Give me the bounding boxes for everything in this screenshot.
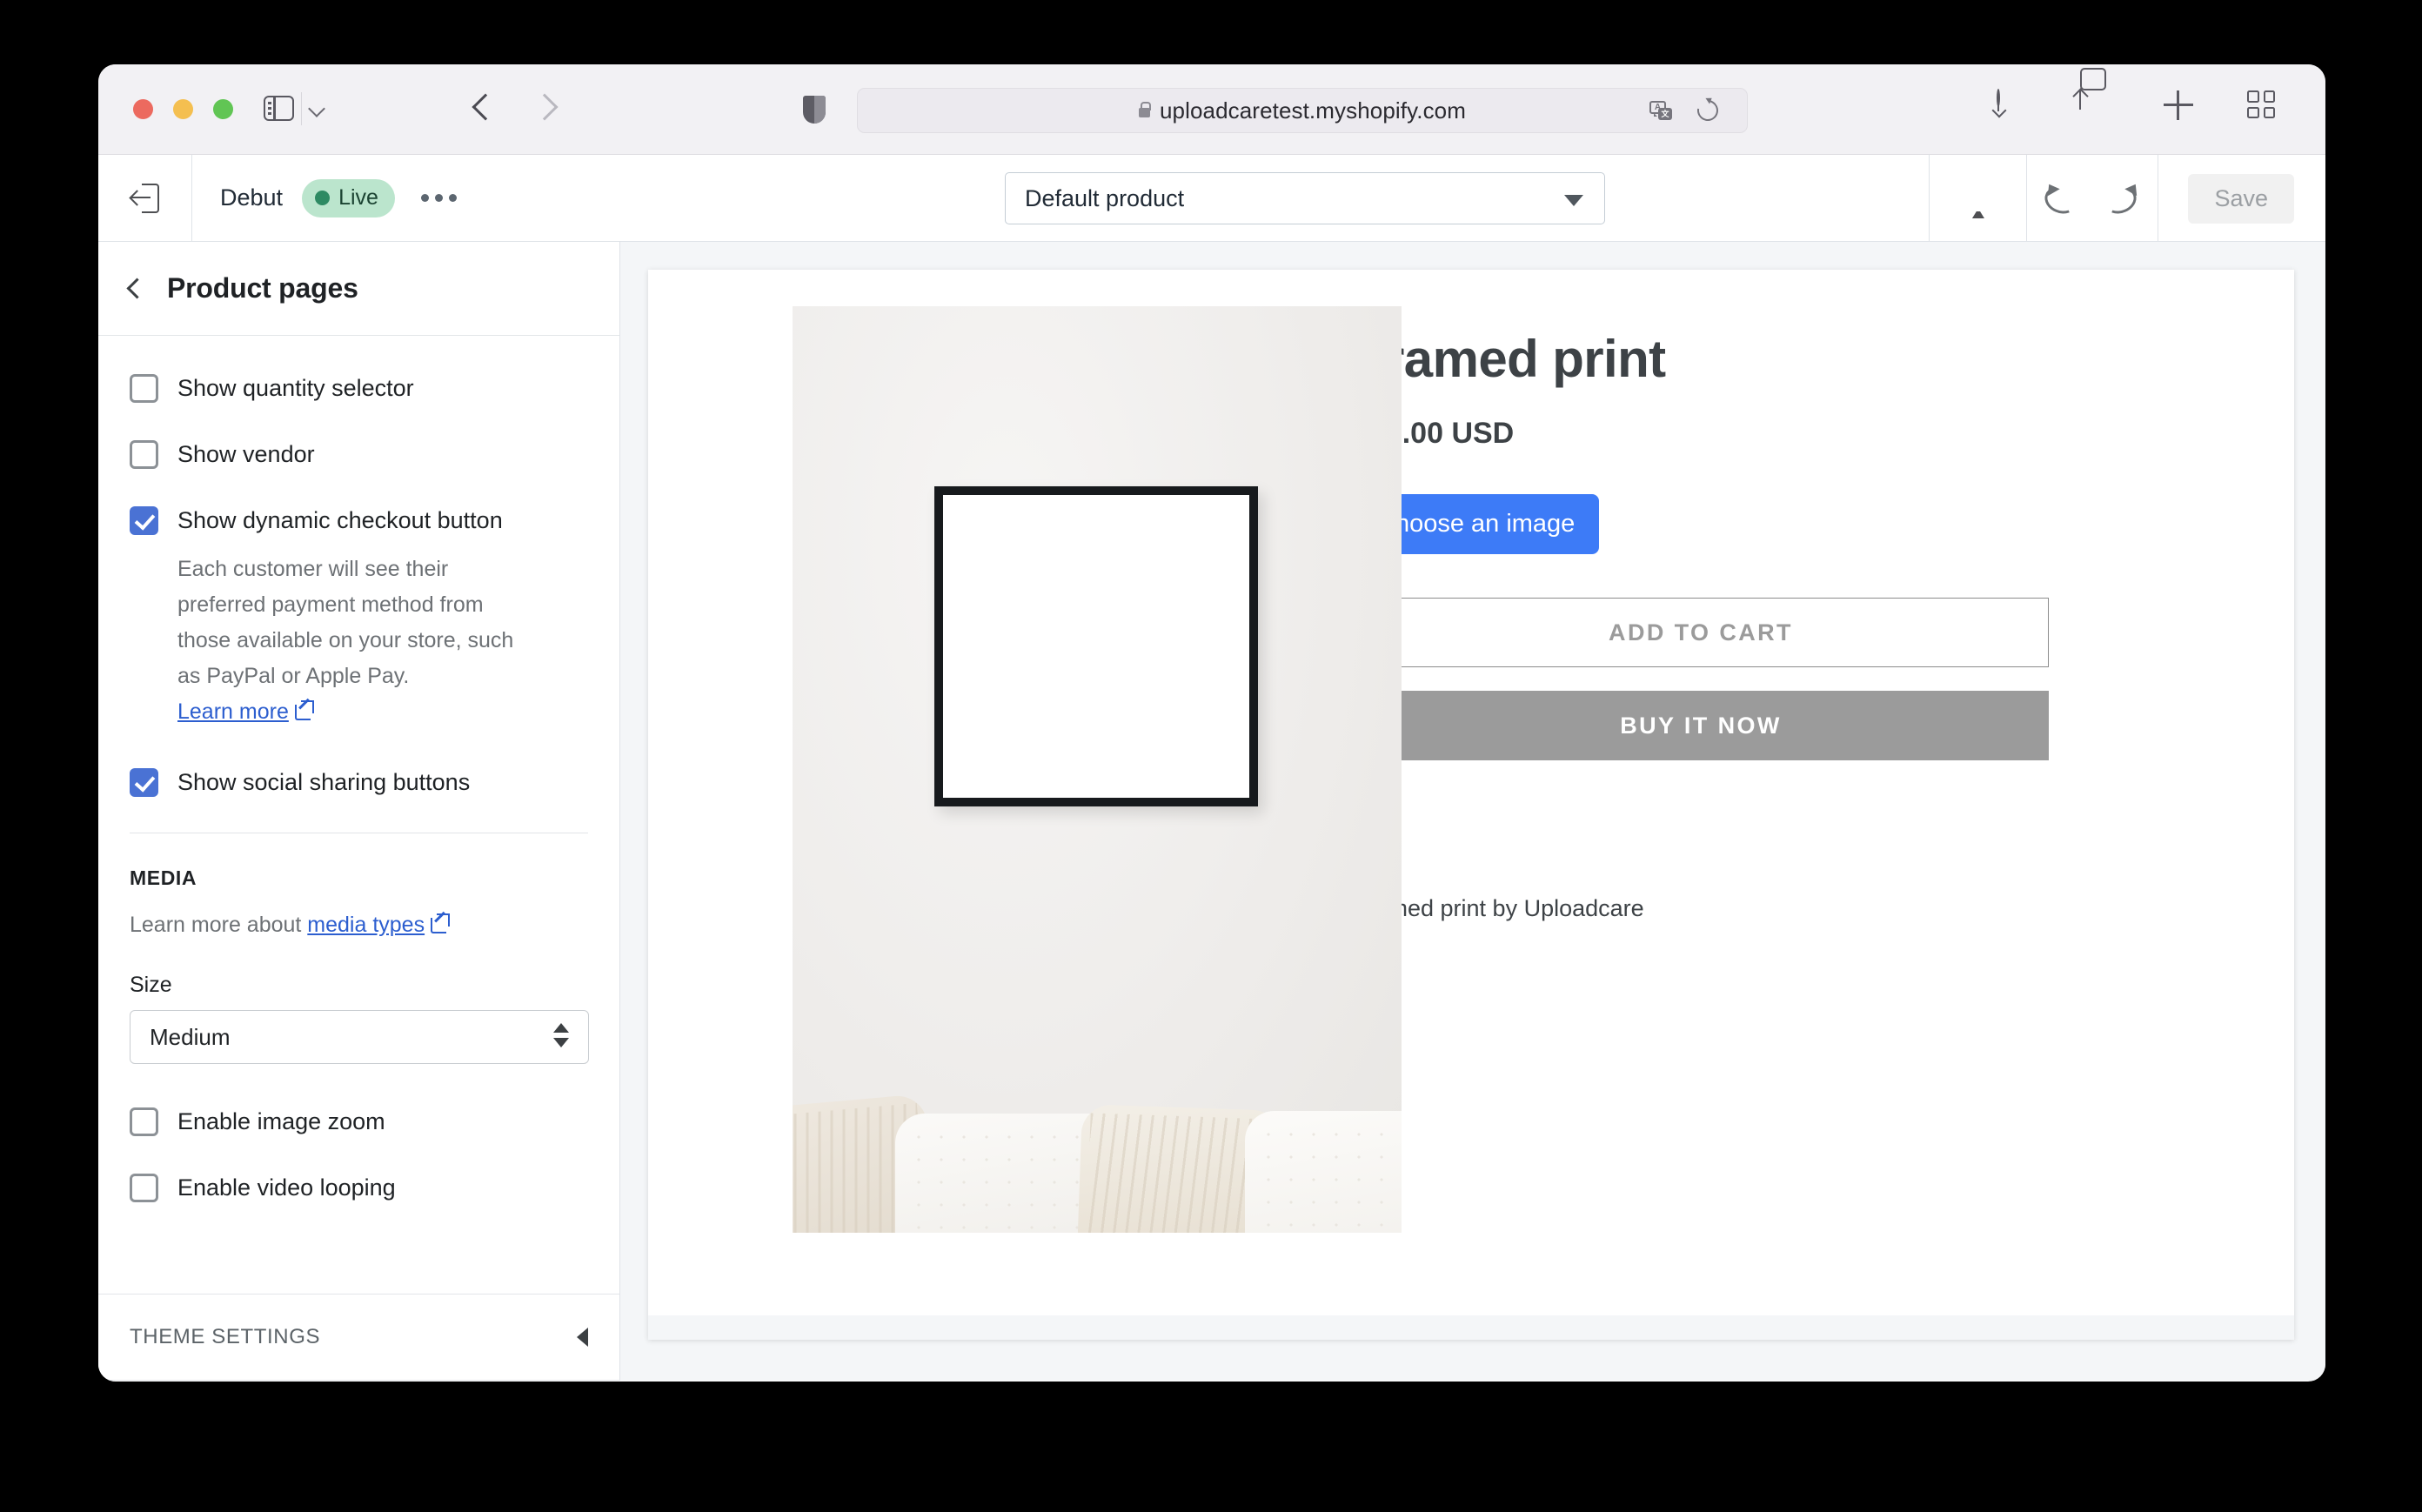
external-link-icon (294, 700, 314, 720)
settings-sidebar: Product pages Show quantity selector Sho… (98, 242, 620, 1381)
save-button[interactable]: Save (2188, 173, 2294, 224)
share-icon[interactable] (2078, 68, 2118, 129)
editor-right-actions: Save (1929, 155, 2325, 242)
product-title: Framed print (1353, 330, 1666, 388)
lock-icon (1138, 101, 1152, 117)
add-to-cart-button[interactable]: ADD TO CART (1353, 598, 2049, 667)
downloads-icon[interactable] (1997, 89, 2035, 129)
checkbox-unchecked-icon[interactable] (130, 1174, 158, 1202)
back-arrow-icon[interactable] (472, 93, 499, 121)
setting-show-quantity-selector[interactable]: Show quantity selector (130, 372, 588, 404)
preview-pane: Framed print $10.00 USD Choose an image … (620, 242, 2325, 1381)
theme-name: Debut (220, 184, 284, 211)
checkbox-checked-icon[interactable] (130, 768, 158, 797)
stepper-arrows-icon[interactable] (553, 1023, 569, 1047)
product-image[interactable] (793, 306, 1402, 1233)
product-template-value: Default product (1025, 184, 1185, 211)
product-info-column: Framed print $10.00 USD Choose an image … (1257, 306, 2294, 1340)
status-badge: Live (302, 178, 395, 217)
undo-icon[interactable] (2044, 180, 2081, 215)
maximize-window-button[interactable] (213, 99, 233, 119)
translate-icon[interactable]: A文 (1649, 101, 1672, 120)
redo-icon[interactable] (2104, 180, 2143, 215)
setting-label: Enable video looping (177, 1174, 396, 1201)
media-section-heading: MEDIA (130, 866, 197, 889)
product-vendor-line: Framed print by Uploadcare (1353, 895, 1644, 921)
theme-settings-label: THEME SETTINGS (130, 1325, 321, 1348)
size-field-label: Size (130, 973, 172, 997)
url-text: uploadcaretest.myshopify.com (1159, 97, 1467, 124)
setting-enable-video-looping[interactable]: Enable video looping (130, 1172, 588, 1203)
page-title: Product pages (167, 272, 358, 304)
setting-label: Enable image zoom (177, 1108, 385, 1134)
product-media-column (648, 306, 1402, 1340)
setting-help-text: Each customer will see their preferred p… (177, 552, 517, 730)
editor-body: Product pages Show quantity selector Sho… (98, 242, 2325, 1381)
new-tab-plus-icon[interactable] (2164, 90, 2202, 129)
tab-overview-grid-icon[interactable] (2247, 90, 2285, 129)
theme-editor-toolbar: Debut Live Default product Save (98, 154, 2325, 242)
browser-window: uploadcaretest.myshopify.com A文 Debut Li… (98, 64, 2325, 1382)
desktop-preview-button[interactable] (1929, 155, 2026, 242)
storefront-preview: Framed print $10.00 USD Choose an image … (648, 270, 2294, 1340)
media-types-link[interactable]: media types (307, 913, 425, 937)
sidebar-header: Product pages (98, 242, 619, 336)
picture-frame (934, 486, 1258, 806)
exit-icon (130, 183, 159, 213)
live-dot-icon (315, 190, 331, 205)
exit-editor-button[interactable] (98, 154, 192, 242)
undo-redo-group (2026, 155, 2159, 242)
caret-left-icon[interactable] (577, 1328, 588, 1347)
product-template-selector[interactable]: Default product (1005, 172, 1605, 224)
chevron-down-icon[interactable] (308, 100, 325, 117)
help-text: Each customer will see their preferred p… (177, 557, 514, 688)
desktop-monitor-icon (1963, 184, 1994, 218)
toolbar-divider (301, 92, 302, 125)
close-window-button[interactable] (133, 99, 153, 119)
setting-label: Show social sharing buttons (177, 769, 471, 795)
sidebar-lines (267, 102, 271, 115)
setting-enable-image-zoom[interactable]: Enable image zoom (130, 1106, 588, 1137)
privacy-shield-icon[interactable] (803, 96, 826, 124)
setting-label: Show dynamic checkout button (177, 507, 503, 533)
media-section-subtext: Learn more about media types (130, 913, 588, 938)
setting-show-vendor[interactable]: Show vendor (130, 438, 588, 470)
checkbox-checked-icon[interactable] (130, 506, 158, 535)
status-badge-label: Live (338, 184, 378, 210)
safari-toolbar-actions (1997, 68, 2285, 129)
checkbox-unchecked-icon[interactable] (130, 440, 158, 469)
preview-bottom-strip (648, 1315, 2294, 1340)
checkbox-unchecked-icon[interactable] (130, 374, 158, 403)
media-subtext-prefix: Learn more about (130, 913, 308, 937)
back-chevron-icon[interactable] (126, 278, 148, 299)
window-traffic-lights (133, 99, 233, 119)
checkbox-unchecked-icon[interactable] (130, 1107, 158, 1136)
safari-toolbar: uploadcaretest.myshopify.com A文 (98, 64, 2325, 155)
reload-icon[interactable] (1693, 96, 1723, 125)
frame-mat (943, 495, 1249, 798)
sidebar-toggle-icon[interactable] (264, 96, 294, 121)
sidebar-content: Show quantity selector Show vendor Show … (98, 336, 619, 1294)
chevron-down-icon (1564, 195, 1583, 206)
address-bar[interactable]: uploadcaretest.myshopify.com A文 (857, 88, 1748, 133)
theme-settings-footer[interactable]: THEME SETTINGS (98, 1294, 619, 1381)
product-price: $10.00 USD (1353, 417, 1515, 450)
setting-show-dynamic-checkout-button[interactable]: Show dynamic checkout button (130, 505, 588, 536)
buy-it-now-button[interactable]: BUY IT NOW (1353, 691, 2049, 760)
setting-label: Show quantity selector (177, 375, 414, 401)
minimize-window-button[interactable] (173, 99, 193, 119)
setting-label: Show vendor (177, 441, 315, 467)
external-link-icon (431, 913, 451, 933)
size-select[interactable]: Medium (130, 1010, 589, 1064)
forward-arrow-icon (531, 93, 559, 121)
setting-show-social-sharing-buttons[interactable]: Show social sharing buttons (130, 766, 588, 798)
more-options-button[interactable] (420, 194, 457, 202)
pillow (1245, 1111, 1402, 1233)
learn-more-link[interactable]: Learn more (177, 699, 289, 724)
pillows-group (793, 1059, 1402, 1233)
size-select-value: Medium (150, 1023, 231, 1050)
